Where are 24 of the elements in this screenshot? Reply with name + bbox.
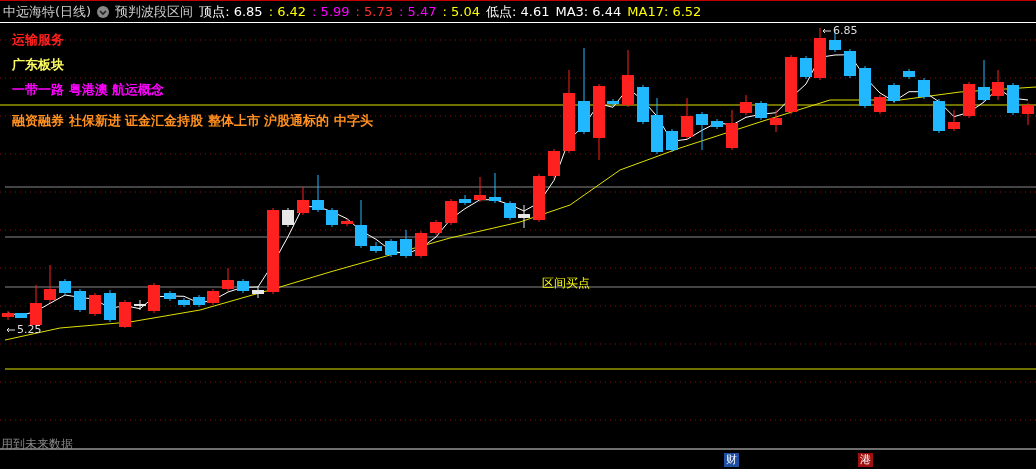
indicator-value: 顶点: 6.85 — [199, 2, 263, 21]
indicator-name: 预判波段区间 — [115, 2, 194, 21]
sector-tag: 一带一路 粤港澳 航运概念 — [12, 80, 165, 100]
indicator-value: : 5.47 — [399, 2, 437, 21]
sector-tag: 广东板块 — [12, 55, 64, 75]
indicator-value: : 5.73 — [355, 2, 394, 21]
high-price-label: 6.85 — [833, 23, 858, 39]
event-marker[interactable]: 港 — [858, 453, 873, 467]
indicator-value: : 6.42 — [268, 2, 307, 21]
arrow-icon — [822, 28, 831, 34]
dropdown-icon[interactable] — [97, 5, 110, 18]
arrow-icon — [6, 327, 15, 333]
sector-tag: 运输服务 — [12, 30, 64, 50]
sector-tag: 融资融券 社保新进 证金汇金持股 整体上市 沪股通标的 中字头 — [12, 111, 373, 131]
indicator-value: 低点: 4.61 — [485, 2, 550, 21]
indicator-value: MA17: 6.52 — [627, 2, 702, 21]
warning-text: 用到未来数据 — [1, 436, 73, 453]
buy-signal-label: 区间买点 — [542, 275, 590, 292]
low-price-label: 5.25 — [17, 322, 42, 338]
indicator-value: : 5.04 — [442, 2, 480, 21]
indicator-value: MA3: 6.44 — [555, 2, 622, 21]
stock-title: 中远海特(日线) — [3, 2, 92, 21]
indicator-value: : 5.99 — [312, 2, 350, 21]
event-marker[interactable]: 财 — [724, 453, 739, 467]
